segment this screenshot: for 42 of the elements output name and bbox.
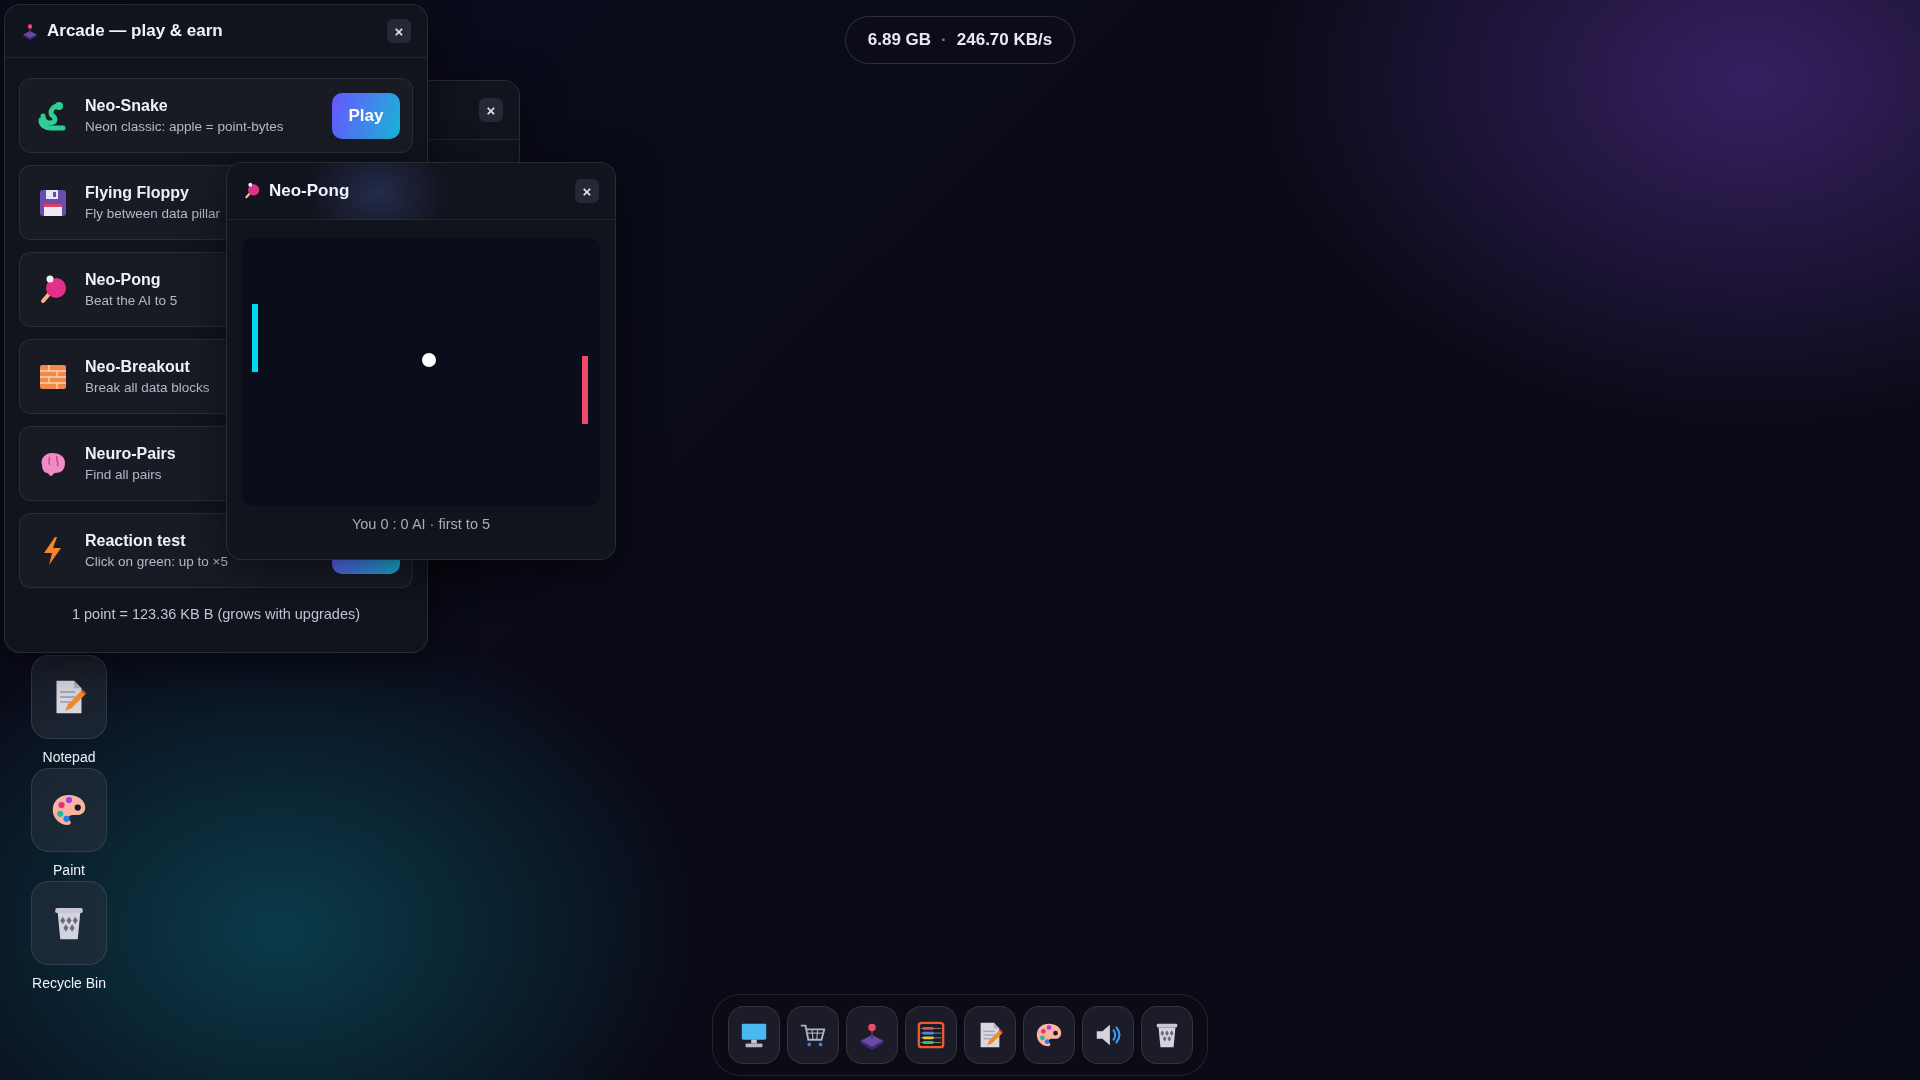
game-description: Neon classic: apple = point-bytes: [85, 119, 284, 134]
shortcut-label: Notepad: [42, 749, 96, 765]
ping-pong-paddle-icon: [243, 182, 261, 200]
game-title: Neuro-Pairs: [85, 445, 176, 463]
shortcut-label: Recycle Bin: [32, 975, 106, 991]
joystick-icon: [21, 22, 39, 40]
taskbar-button[interactable]: [786, 1006, 839, 1064]
taskbar-button[interactable]: [1081, 1006, 1134, 1064]
separator-dot: ·: [941, 30, 947, 50]
taskbar-button[interactable]: [1022, 1006, 1075, 1064]
taskbar-button[interactable]: [727, 1006, 780, 1064]
game-title: Neo-Pong: [85, 271, 161, 289]
window-title: Arcade — play & earn: [47, 21, 224, 41]
download-speed: 246.70 KB/s: [956, 30, 1053, 50]
window-title: Neo-Pong: [269, 181, 351, 201]
taskbar-button[interactable]: [904, 1006, 957, 1064]
abacus-icon: [915, 1020, 946, 1050]
close-button[interactable]: ×: [387, 19, 411, 43]
shortcut-label: Paint: [53, 862, 85, 878]
game-title: Neo-Breakout: [85, 358, 190, 376]
score-text: You 0 : 0 AI · first to 5: [351, 516, 491, 532]
close-button[interactable]: ×: [479, 98, 503, 122]
desktop-shortcut[interactable]: [31, 881, 107, 965]
play-button[interactable]: Play: [332, 92, 400, 139]
game-description: Find all pairs: [85, 467, 162, 482]
game-description: Break all data blocks: [85, 380, 210, 395]
game-description: Fly between data pillar: [85, 206, 221, 221]
game-title: Neo-Snake: [85, 97, 168, 115]
desktop-shortcut[interactable]: [31, 768, 107, 852]
taskbar-button[interactable]: [963, 1006, 1016, 1064]
desktop-shortcut[interactable]: [31, 655, 107, 739]
close-button[interactable]: ×: [575, 179, 599, 203]
game-description: Beat the AI to 5: [85, 293, 178, 308]
game-description: Click on green: up to ×5: [85, 554, 228, 569]
ball: [422, 353, 436, 367]
right-paddle: [582, 356, 588, 424]
points-info: 1 point = 123.36 KB B (grows with upgrades): [70, 606, 362, 622]
game-title: Reaction test: [85, 532, 186, 550]
game-title: Flying Floppy: [85, 184, 189, 202]
storage-size: 6.89 GB: [867, 30, 932, 50]
taskbar-button[interactable]: [1140, 1006, 1193, 1064]
left-paddle: [252, 304, 258, 372]
